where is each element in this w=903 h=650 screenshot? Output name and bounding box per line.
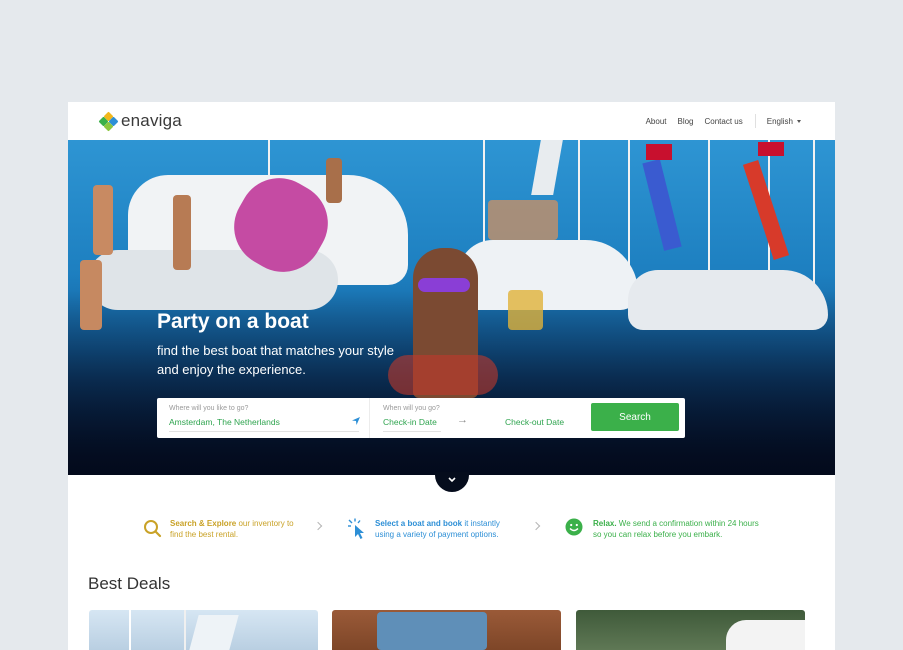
language-label: English <box>766 116 793 126</box>
search-bar: Where will you like to go? Amsterdam, Th… <box>157 398 685 438</box>
nav-divider <box>754 114 756 128</box>
search-divider <box>369 398 370 438</box>
dates-label: When will you go? <box>383 405 440 412</box>
page: enaviga About Blog Contact us English Pa… <box>68 102 835 650</box>
deal-card-3[interactable] <box>576 610 805 650</box>
top-nav: About Blog Contact us English <box>635 102 801 140</box>
logo-icon <box>98 111 119 131</box>
destination-label: Where will you like to go? <box>169 405 249 412</box>
step-relax: Relax. We send a confirmation within 24 … <box>565 518 763 540</box>
cursor-click-icon <box>348 518 364 539</box>
step-select-text: Select a boat and book it instantly usin… <box>375 519 500 539</box>
arrow-right-icon: → <box>457 414 468 426</box>
chevron-right-icon <box>313 521 323 531</box>
hero-title: Party on a boat <box>157 310 309 333</box>
chevron-down-icon[interactable] <box>447 476 457 484</box>
site-header: enaviga About Blog Contact us English <box>68 102 835 140</box>
hero-banner: Party on a boat find the best boat that … <box>68 140 835 475</box>
step-search: Search & Explore our inventory to find t… <box>142 518 300 540</box>
location-arrow-icon[interactable] <box>351 416 361 426</box>
nav-blog[interactable]: Blog <box>677 117 693 126</box>
language-selector[interactable]: English <box>767 117 801 126</box>
search-button[interactable]: Search <box>591 403 679 431</box>
deal-card-2[interactable] <box>332 610 561 650</box>
caret-down-icon <box>797 119 801 123</box>
how-it-works: Search & Explore our inventory to find t… <box>68 514 835 554</box>
step-relax-text: Relax. We send a confirmation within 24 … <box>593 519 759 539</box>
destination-input[interactable]: Amsterdam, The Netherlands <box>169 417 362 427</box>
hero-subtitle: find the best boat that matches your sty… <box>157 343 395 377</box>
checkin-input[interactable]: Check-in Date <box>383 417 440 427</box>
deal-card-1[interactable] <box>89 610 318 650</box>
smiley-icon <box>565 518 583 536</box>
nav-about[interactable]: About <box>646 117 667 126</box>
nav-contact[interactable]: Contact us <box>705 117 743 126</box>
step-search-text: Search & Explore our inventory to find t… <box>170 519 294 539</box>
best-deals-title: Best Deals <box>88 574 171 593</box>
search-icon <box>144 520 162 538</box>
dates-field: When will you go? Check-in Date <box>383 405 441 432</box>
checkout-input[interactable]: Check-out Date <box>505 417 564 427</box>
logo-text: enaviga <box>121 111 182 130</box>
logo[interactable]: enaviga <box>98 111 182 131</box>
chevron-right-icon <box>531 521 541 531</box>
destination-field[interactable]: Where will you like to go? Amsterdam, Th… <box>169 405 362 432</box>
step-select: Select a boat and book it instantly usin… <box>347 518 515 540</box>
